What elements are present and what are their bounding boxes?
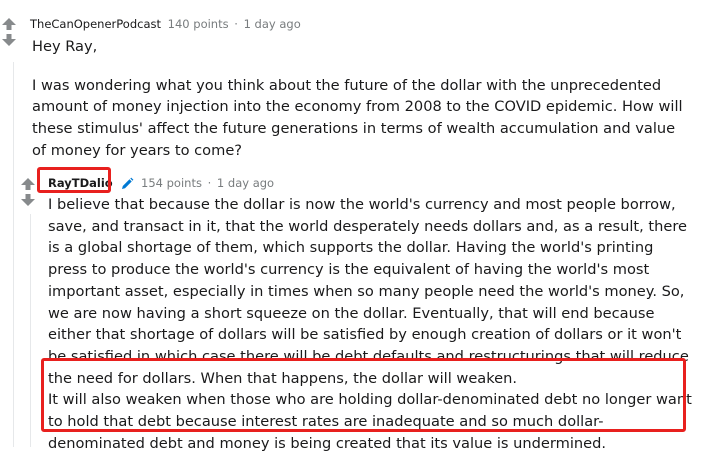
meta-separator: · (234, 17, 238, 31)
author-highlight-box (37, 167, 111, 193)
timestamp[interactable]: 1 day ago (217, 176, 274, 190)
downvote-arrow-icon[interactable] (2, 34, 16, 46)
downvote-arrow-icon[interactable] (21, 194, 35, 206)
comment-meta: TheCanOpenerPodcast 140 points · 1 day a… (30, 17, 301, 31)
points-count: 140 points (167, 17, 229, 31)
upvote-arrow-icon[interactable] (2, 18, 16, 30)
upvote-arrow-icon[interactable] (21, 178, 35, 190)
question-text: I was wondering what you think about the… (32, 76, 683, 159)
vote-column (2, 18, 16, 46)
vote-column (21, 178, 35, 206)
comment-parent: TheCanOpenerPodcast 140 points · 1 day a… (0, 0, 706, 160)
meta-separator: · (207, 176, 212, 190)
points-count: 154 points (141, 176, 202, 190)
text-highlight-box (41, 358, 686, 432)
comment-body: Hey Ray, I was wondering what you think … (32, 36, 692, 162)
greeting-text: Hey Ray, (32, 38, 98, 55)
author-link[interactable]: TheCanOpenerPodcast (30, 17, 161, 31)
pencil-icon (122, 177, 134, 189)
timestamp[interactable]: 1 day ago (244, 17, 301, 31)
